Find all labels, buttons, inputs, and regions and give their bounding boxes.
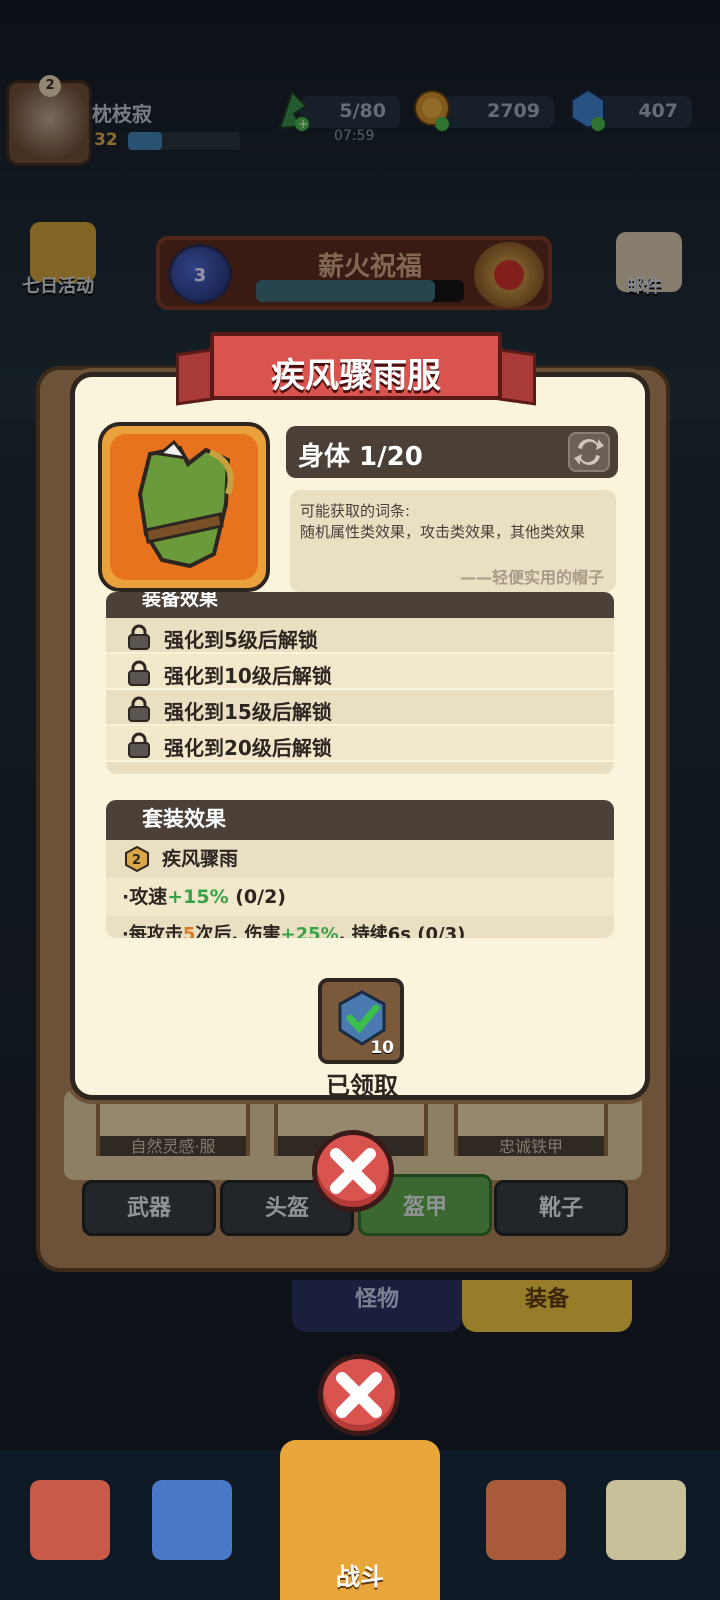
slot-bar: 身体 1/20 bbox=[286, 426, 618, 478]
swap-icon[interactable] bbox=[568, 432, 610, 472]
nav-battle-button[interactable]: 战斗 bbox=[280, 1440, 440, 1600]
equip-effects-header: 装备效果 bbox=[106, 592, 614, 618]
lock-icon bbox=[128, 696, 150, 722]
set-badge-icon: 2 bbox=[125, 846, 149, 872]
armor-icon bbox=[137, 439, 234, 569]
desc-body: 随机属性类效果，攻击类效果，其他类效果 bbox=[300, 523, 586, 541]
lock-icon bbox=[128, 624, 150, 650]
close-icon bbox=[330, 1148, 376, 1194]
lock-icon bbox=[128, 660, 150, 686]
reward-count: 10 bbox=[370, 1038, 394, 1058]
nav-heroes-icon[interactable] bbox=[152, 1480, 232, 1560]
nav-ship-icon[interactable] bbox=[486, 1480, 566, 1560]
nav-map-icon[interactable] bbox=[606, 1480, 686, 1560]
lock-icon bbox=[128, 732, 150, 758]
close-panel-button[interactable] bbox=[318, 1354, 400, 1436]
effect-row: 强化到20级后解锁 bbox=[106, 726, 614, 762]
item-icon bbox=[98, 422, 270, 592]
set-effects-section: 套装效果 2 疾风骤雨 ·攻速+15% (0/2) ·每攻击5次后, 伤害+25… bbox=[106, 800, 614, 938]
desc-quote: ——轻便实用的帽子 bbox=[459, 568, 604, 587]
item-title: 疾风骤雨服 bbox=[271, 356, 441, 396]
effect-row: 强化到15级后解锁 bbox=[106, 690, 614, 726]
desc-title: 可能获取的词条: bbox=[300, 502, 411, 520]
set-bonus-row: ·攻速+15% (0/2) bbox=[106, 878, 614, 916]
close-modal-button[interactable] bbox=[312, 1130, 394, 1212]
close-icon bbox=[336, 1372, 382, 1418]
reward-item[interactable]: 10 bbox=[318, 978, 404, 1064]
battle-label: 战斗 bbox=[336, 1563, 384, 1591]
equip-effects-section[interactable]: 装备效果 强化到5级后解锁 强化到10级后解锁 强化到15级后解锁 强化到20级… bbox=[106, 592, 614, 774]
svg-text:2: 2 bbox=[132, 853, 141, 868]
slot-label: 身体 1/20 bbox=[298, 442, 423, 472]
effect-row: 强化到5级后解锁 bbox=[106, 618, 614, 654]
title-ribbon: 疾风骤雨服 bbox=[176, 328, 536, 408]
set-bonus-row: ·每攻击5次后, 伤害+25%, 持续6s (0/3) bbox=[122, 924, 466, 938]
set-name-row: 2 疾风骤雨 bbox=[106, 840, 614, 878]
claimed-label: 已领取 bbox=[326, 1072, 398, 1100]
description-box: 可能获取的词条: 随机属性类效果，攻击类效果，其他类效果 ——轻便实用的帽子 bbox=[290, 490, 616, 592]
set-effects-header: 套装效果 bbox=[106, 800, 614, 840]
nav-home-icon[interactable] bbox=[30, 1480, 110, 1560]
effect-row: 强化到10级后解锁 bbox=[106, 654, 614, 690]
